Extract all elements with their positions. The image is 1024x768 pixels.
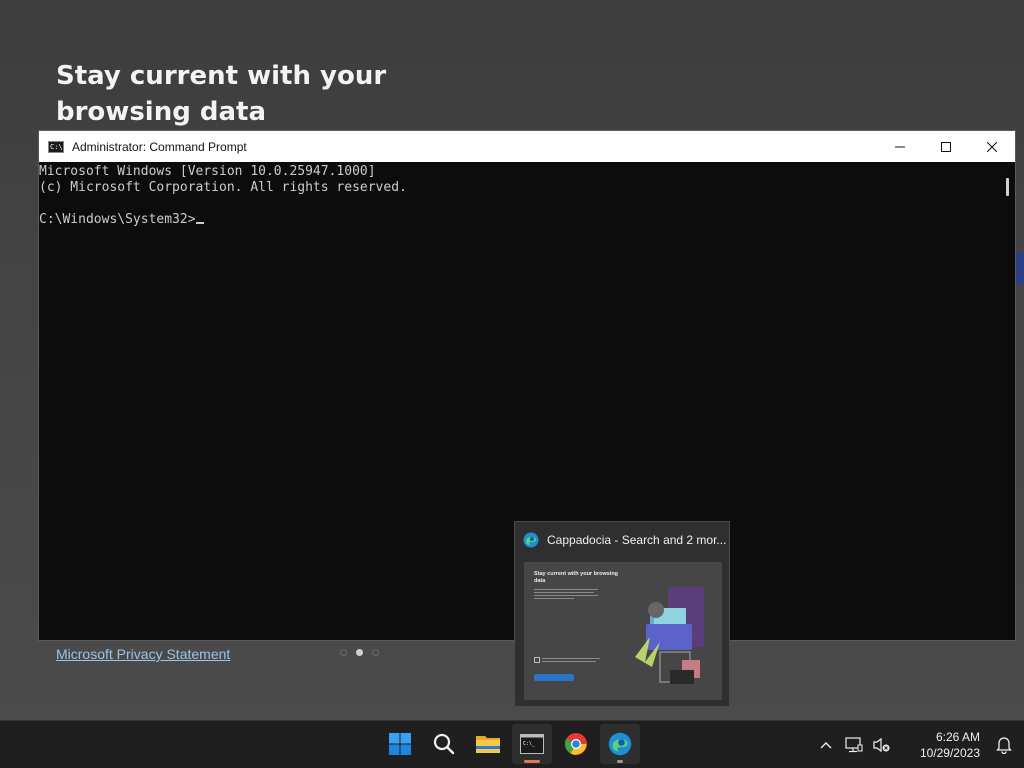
console-prompt-line[interactable]: C:\Windows\System32> (39, 212, 1001, 228)
thumbnail-text-line (542, 661, 596, 662)
search-button[interactable] (424, 724, 464, 764)
system-tray: 6:26 AM 10/29/2023 (812, 721, 1024, 768)
window-controls (877, 131, 1015, 162)
windows-start-icon (389, 733, 411, 755)
cmd-app-icon: C:\ (48, 140, 64, 153)
volume-muted-icon (873, 737, 890, 753)
taskbar-thumbnail-preview[interactable]: Cappadocia - Search and 2 mor... Stay cu… (514, 521, 730, 707)
welcome-heading: Stay current with your browsing data (56, 61, 387, 127)
maximize-button[interactable] (923, 131, 969, 162)
thumbnail-text-line (534, 598, 574, 599)
chevron-up-icon (820, 742, 832, 749)
thumbnail-button (534, 674, 574, 681)
carousel-dot-1[interactable] (340, 649, 347, 656)
search-icon (433, 733, 455, 755)
maximize-icon (941, 141, 951, 152)
thumbnail-illustration (635, 587, 704, 684)
carousel-dots (340, 649, 379, 656)
preview-header: Cappadocia - Search and 2 mor... (515, 522, 729, 558)
close-button[interactable] (969, 131, 1015, 162)
network-button[interactable] (840, 725, 868, 765)
edge-icon (608, 732, 632, 756)
thumbnail-text-line (542, 658, 600, 659)
edge-icon (523, 532, 539, 548)
folder-icon (476, 736, 500, 753)
chrome-icon (564, 733, 587, 755)
preview-title: Cappadocia - Search and 2 mor... (547, 533, 727, 547)
cmd-app-icon-label: C:\ (50, 142, 63, 151)
preview-thumbnail-image: Stay current with your browsing data (524, 562, 722, 700)
svg-text:C:\_: C:\_ (523, 741, 536, 747)
taskbar-apps: C:\_ (380, 724, 640, 764)
bell-icon (996, 737, 1012, 754)
minimize-button[interactable] (877, 131, 923, 162)
file-explorer-button[interactable] (468, 724, 508, 764)
carousel-dot-3[interactable] (372, 649, 379, 656)
close-icon (987, 141, 997, 152)
console-prompt: C:\Windows\System32> (39, 212, 196, 227)
command-prompt-taskbar-button[interactable]: C:\_ (512, 724, 552, 764)
running-indicator (617, 760, 623, 763)
chrome-button[interactable] (556, 724, 596, 764)
text-cursor (195, 222, 204, 224)
volume-button[interactable] (868, 725, 896, 765)
running-indicator (524, 760, 540, 763)
background-window-edge (1016, 252, 1024, 284)
notifications-button[interactable] (990, 725, 1018, 765)
console-line: (c) Microsoft Corporation. All rights re… (39, 180, 407, 195)
clock[interactable]: 6:26 AM 10/29/2023 (900, 729, 980, 761)
thumbnail-checkbox (534, 657, 540, 663)
scrollbar-thumb[interactable] (1006, 178, 1009, 196)
edge-taskbar-button[interactable] (600, 724, 640, 764)
taskbar: C:\_ 6:26 AM 10/29/2023 (0, 720, 1024, 768)
cmd-titlebar[interactable]: C:\ Administrator: Command Prompt (39, 131, 1015, 162)
privacy-statement-link[interactable]: Microsoft Privacy Statement (56, 646, 230, 662)
network-icon (845, 737, 863, 753)
carousel-dot-2[interactable] (356, 649, 363, 656)
clock-date: 10/29/2023 (919, 746, 980, 760)
cmd-window-title: Administrator: Command Prompt (72, 139, 247, 154)
terminal-icon: C:\_ (520, 734, 544, 754)
minimize-icon (895, 146, 905, 147)
thumbnail-text-line (534, 592, 594, 593)
clock-time: 6:26 AM (935, 730, 980, 744)
thumbnail-text-line (534, 595, 598, 596)
thumbnail-text-line (534, 589, 598, 590)
thumbnail-heading: Stay current with your browsing data (534, 571, 619, 584)
console-line: Microsoft Windows [Version 10.0.25947.10… (39, 164, 376, 179)
start-button[interactable] (380, 724, 420, 764)
show-hidden-icons-button[interactable] (812, 725, 840, 765)
